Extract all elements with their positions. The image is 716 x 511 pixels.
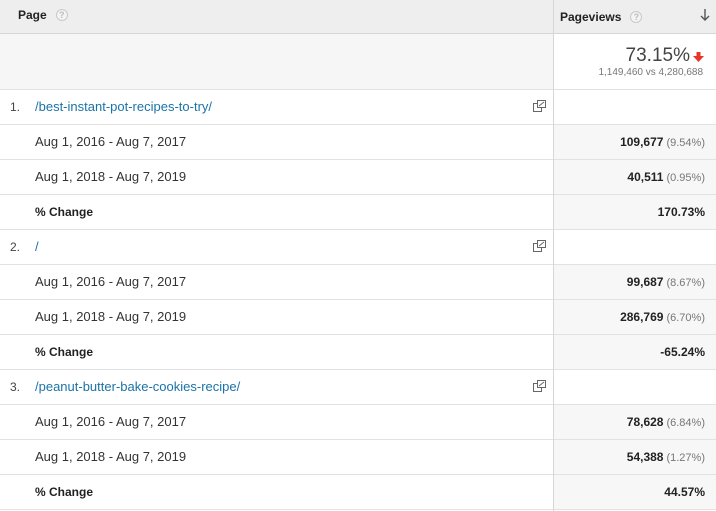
total-comparison: 1,149,460 vs 4,280,688 — [598, 67, 703, 78]
table-row-change: % Change 170.73% — [0, 195, 716, 230]
percent-change-value: 44.57% — [664, 485, 705, 499]
percent-change-label: % Change — [35, 345, 94, 359]
open-in-new-icon[interactable] — [533, 380, 546, 392]
pageviews-value: 109,677 (9.54%) — [620, 135, 705, 149]
row-index: 2. — [10, 240, 21, 254]
date-range-label: Aug 1, 2018 - Aug 7, 2019 — [35, 449, 187, 464]
table-row: Aug 1, 2018 - Aug 7, 2019 286,769 (6.70%) — [0, 300, 716, 335]
date-range-label: Aug 1, 2016 - Aug 7, 2017 — [35, 274, 187, 289]
row-index: 3. — [10, 380, 21, 394]
help-icon[interactable]: ? — [55, 9, 68, 21]
percent-change-label: % Change — [35, 485, 94, 499]
percent-change-value: 170.73% — [657, 205, 705, 219]
date-range-label: Aug 1, 2018 - Aug 7, 2019 — [35, 169, 187, 184]
table-row: Aug 1, 2016 - Aug 7, 2017 99,687 (8.67%) — [0, 265, 716, 300]
table-row-page: 2. / — [0, 230, 716, 265]
date-range-label: Aug 1, 2016 - Aug 7, 2017 — [35, 134, 187, 149]
table-row-page: 3. /peanut-butter-bake-cookies-recipe/ — [0, 370, 716, 405]
pageviews-value: 78,628 (6.84%) — [626, 415, 705, 429]
table-row-page: 1. /best-instant-pot-recipes-to-try/ — [0, 90, 716, 125]
sort-descending-icon[interactable] — [699, 8, 711, 22]
pageviews-value: 54,388 (1.27%) — [626, 450, 705, 464]
column-divider — [553, 0, 554, 511]
date-range-label: Aug 1, 2018 - Aug 7, 2019 — [35, 309, 187, 324]
date-range-label: Aug 1, 2016 - Aug 7, 2017 — [35, 414, 187, 429]
pageviews-value: 286,769 (6.70%) — [620, 310, 705, 324]
table-header: Page ? Pageviews ? — [0, 0, 716, 34]
page-link[interactable]: /best-instant-pot-recipes-to-try/ — [35, 99, 212, 114]
page-link[interactable]: / — [35, 239, 39, 254]
pageviews-value: 99,687 (8.67%) — [626, 275, 705, 289]
page-header-label: Page — [18, 8, 47, 22]
total-change-percent: 73.15% — [625, 45, 690, 66]
table-row-change: % Change 44.57% — [0, 475, 716, 510]
summary-total-cell: 73.15% 1,149,460 vs 4,280,688 — [554, 34, 716, 90]
pageviews-column-header[interactable]: Pageviews ? — [560, 10, 643, 24]
table-row-change: % Change -65.24% — [0, 335, 716, 370]
percent-change-value: -65.24% — [660, 345, 705, 359]
page-link[interactable]: /peanut-butter-bake-cookies-recipe/ — [35, 379, 240, 394]
pageviews-comparison-table: Page ? Pageviews ? 73.15% 1,149,460 vs 4… — [0, 0, 716, 511]
table-row: Aug 1, 2018 - Aug 7, 2019 54,388 (1.27%) — [0, 440, 716, 475]
page-column-header[interactable]: Page ? — [18, 8, 68, 22]
help-icon[interactable]: ? — [630, 11, 643, 23]
pageviews-value: 40,511 (0.95%) — [627, 170, 705, 184]
table-row: Aug 1, 2018 - Aug 7, 2019 40,511 (0.95%) — [0, 160, 716, 195]
open-in-new-icon[interactable] — [533, 240, 546, 252]
row-index: 1. — [10, 100, 21, 114]
table-row: Aug 1, 2016 - Aug 7, 2017 78,628 (6.84%) — [0, 405, 716, 440]
down-arrow-icon — [693, 52, 704, 62]
percent-change-label: % Change — [35, 205, 94, 219]
table-row: Aug 1, 2016 - Aug 7, 2017 109,677 (9.54%) — [0, 125, 716, 160]
pageviews-header-label: Pageviews — [560, 10, 622, 24]
open-in-new-icon[interactable] — [533, 100, 546, 112]
